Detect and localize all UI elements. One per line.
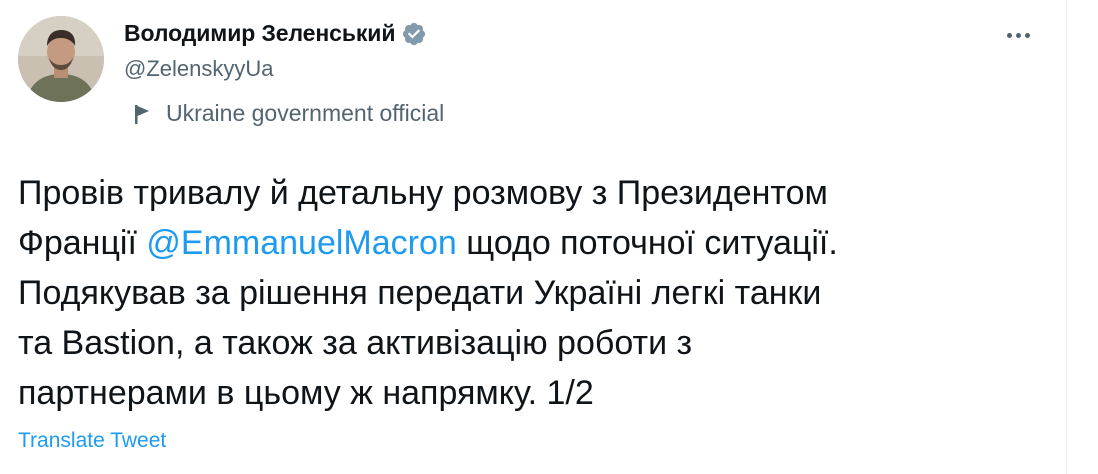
more-options-icon[interactable] xyxy=(1000,22,1036,48)
divider xyxy=(1066,0,1067,474)
flag-icon xyxy=(135,104,149,124)
avatar-image xyxy=(18,16,104,102)
tweet-line: Подякував за рішення передати Україні ле… xyxy=(18,274,822,312)
avatar[interactable] xyxy=(18,16,104,102)
government-label-text: Ukraine government official xyxy=(166,100,445,126)
tweet-card: Володимир Зеленський @ZelenskyyUa Ukrain… xyxy=(0,0,1068,474)
tweet-line: та Bastion, а також за активізацію робот… xyxy=(18,324,693,362)
author-name[interactable]: Володимир Зеленський xyxy=(124,20,395,47)
tweet-line: Провів тривалу й детальну розмову з През… xyxy=(18,174,828,212)
tweet-text: Провів тривалу й детальну розмову з През… xyxy=(18,168,1048,418)
author-handle[interactable]: @ZelenskyyUa xyxy=(124,56,274,82)
more-dot xyxy=(1006,32,1012,38)
tweet-text-segment: щодо поточної ситуації. xyxy=(456,224,838,262)
more-dot xyxy=(1015,32,1021,38)
more-dot xyxy=(1024,32,1030,38)
tweet-line: Франції @EmmanuelMacron щодо поточної си… xyxy=(18,218,1048,268)
translate-tweet-link[interactable]: Translate Tweet xyxy=(18,429,166,453)
author-name-row[interactable]: Володимир Зеленський xyxy=(124,20,427,47)
tweet-line: партнерами в цьому ж напрямку. 1/2 xyxy=(18,374,594,412)
verified-badge-icon xyxy=(403,22,426,45)
tweet-text-segment: Франції xyxy=(18,224,147,262)
government-label[interactable]: Ukraine government official xyxy=(132,100,444,127)
mention-link[interactable]: @EmmanuelMacron xyxy=(146,224,456,262)
